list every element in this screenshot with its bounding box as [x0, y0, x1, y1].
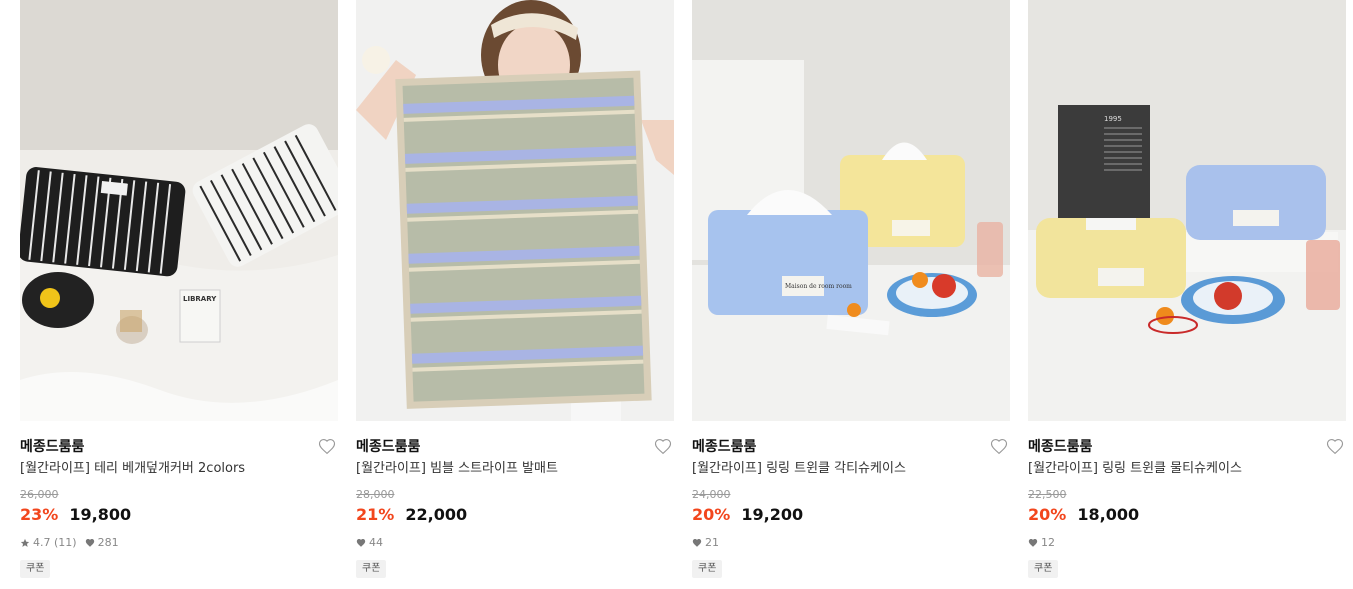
product-title[interactable]: [월간라이프] 링링 트윈클 각티슈케이스 — [692, 460, 1010, 478]
sale-price: 19,800 — [69, 505, 132, 524]
product-meta: 21 — [692, 536, 1010, 550]
product-photo-bathmat — [356, 0, 674, 421]
sale-price: 18,000 — [1077, 505, 1140, 524]
product-image[interactable]: LIBRARY — [20, 0, 338, 421]
sale-price: 22,000 — [405, 505, 468, 524]
product-grid: LIBRARY 메종드룸룸 [월간라이프] 테리 베개덮개커버 2colors … — [0, 0, 1353, 589]
discount-rate: 20% — [1028, 505, 1067, 524]
original-price: 24,000 — [692, 488, 731, 501]
brand-name[interactable]: 메종드룸룸 — [20, 439, 84, 455]
book-label: LIBRARY — [183, 295, 217, 303]
discount-rate: 23% — [20, 505, 59, 524]
discount-rate: 20% — [692, 505, 731, 524]
product-meta: 4.7 (11) 281 — [20, 536, 338, 550]
likes-count: 281 — [97, 536, 119, 549]
price-row: 21% 22,000 — [356, 504, 674, 526]
rating-text: 4.7 (11) — [33, 536, 77, 549]
price-row: 20% 18,000 — [1028, 504, 1346, 526]
original-price: 28,000 — [356, 488, 395, 501]
brand-name[interactable]: 메종드룸룸 — [356, 439, 420, 455]
price-row: 20% 19,200 — [692, 504, 1010, 526]
star-icon — [20, 538, 30, 547]
discount-rate: 21% — [356, 505, 395, 524]
product-title[interactable]: [월간라이프] 빔블 스트라이프 발매트 — [356, 460, 674, 478]
product-image[interactable]: 1995 — [1028, 0, 1346, 421]
product-card[interactable]: LIBRARY 메종드룸룸 [월간라이프] 테리 베개덮개커버 2colors … — [20, 0, 338, 578]
original-price: 26,000 — [20, 488, 59, 501]
heart-icon[interactable] — [654, 438, 672, 456]
likes: 21 — [692, 536, 719, 550]
product-title[interactable]: [월간라이프] 링링 트윈클 물티슈케이스 — [1028, 460, 1346, 478]
coupon-badge: 쿠폰 — [20, 560, 51, 578]
case-label: Maison de room room — [785, 283, 852, 290]
product-image[interactable]: Maison de room room — [692, 0, 1010, 421]
likes: 12 — [1028, 536, 1055, 550]
brand-row: 메종드룸룸 — [356, 436, 674, 460]
rating: 4.7 (11) — [20, 536, 77, 550]
product-image[interactable] — [356, 0, 674, 421]
price-row: 23% 19,800 — [20, 504, 338, 526]
heart-filled-icon — [85, 539, 94, 547]
coupon-badge: 쿠폰 — [1028, 560, 1059, 578]
likes-count: 44 — [369, 536, 383, 549]
product-meta: 44 — [356, 536, 674, 550]
brand-row: 메종드룸룸 — [1028, 436, 1346, 460]
product-card[interactable]: Maison de room room 메종드룸룸 [월간라이프] 링링 트윈클… — [692, 0, 1010, 578]
heart-filled-icon — [692, 539, 702, 547]
brand-row: 메종드룸룸 — [20, 436, 338, 460]
product-meta: 12 — [1028, 536, 1346, 550]
brand-name[interactable]: 메종드룸룸 — [1028, 439, 1092, 455]
coupon-badge: 쿠폰 — [356, 560, 387, 578]
likes-count: 21 — [705, 536, 719, 549]
coupon-badge: 쿠폰 — [692, 560, 723, 578]
product-card[interactable]: 1995 메종드룸룸 [월간라이프] 링링 트윈클 물티슈케이스 22,500 … — [1028, 0, 1346, 578]
heart-icon[interactable] — [318, 438, 336, 456]
likes-count: 12 — [1041, 536, 1055, 549]
brand-row: 메종드룸룸 — [692, 436, 1010, 460]
likes: 44 — [356, 536, 383, 550]
product-title[interactable]: [월간라이프] 테리 베개덮개커버 2colors — [20, 460, 338, 478]
product-photo-tissue-case: Maison de room room — [692, 0, 1010, 421]
heart-icon[interactable] — [990, 438, 1008, 456]
product-photo-wet-tissue-case: 1995 — [1028, 0, 1346, 421]
brand-name[interactable]: 메종드룸룸 — [692, 439, 756, 455]
product-card[interactable]: 메종드룸룸 [월간라이프] 빔블 스트라이프 발매트 28,000 21% 22… — [356, 0, 674, 578]
heart-icon[interactable] — [1326, 438, 1344, 456]
sale-price: 19,200 — [741, 505, 804, 524]
heart-filled-icon — [1028, 539, 1038, 547]
book-year: 1995 — [1104, 115, 1122, 123]
product-photo-pillowcase: LIBRARY — [20, 0, 338, 421]
original-price: 22,500 — [1028, 488, 1067, 501]
likes: 281 — [85, 536, 119, 550]
heart-filled-icon — [356, 539, 366, 547]
